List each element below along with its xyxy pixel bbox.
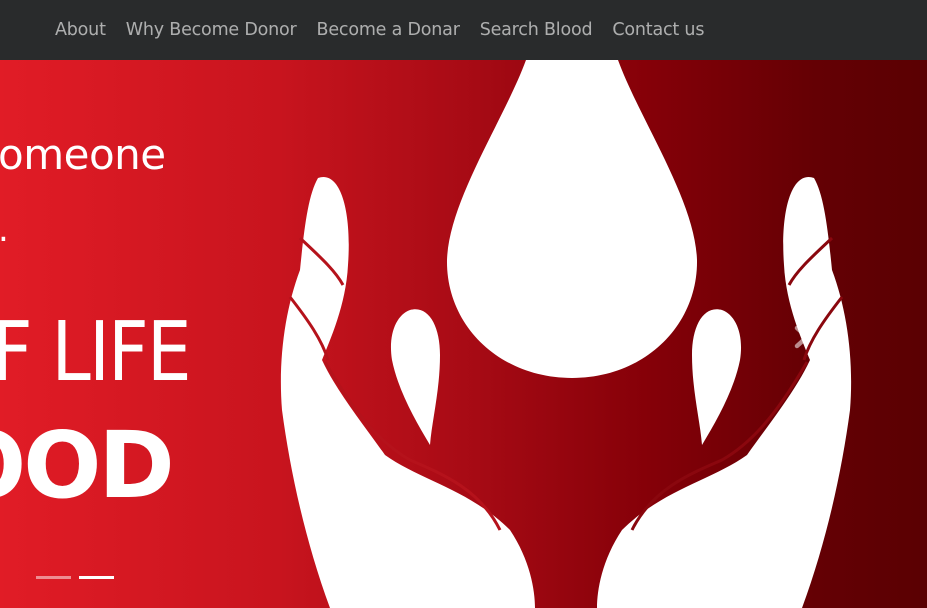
hero-carousel: omeone . F LIFE OOD (0, 60, 927, 608)
slide-heading-line-4: OOD (0, 412, 175, 519)
carousel-indicators (36, 576, 114, 579)
carousel-indicator-2[interactable] (79, 576, 114, 579)
slide-heading-line-2: . (0, 210, 9, 250)
chevron-right-icon (794, 325, 810, 349)
nav-link-become-a-donar[interactable]: Become a Donar (307, 20, 470, 40)
blood-drop-icon (446, 60, 698, 378)
nav-link-about[interactable]: About (45, 20, 116, 40)
navbar: About Why Become Donor Become a Donar Se… (0, 0, 927, 60)
slide-heading-line-3: F LIFE (0, 305, 192, 400)
nav-link-why-become-donor[interactable]: Why Become Donor (116, 20, 307, 40)
carousel-next-button[interactable] (785, 320, 819, 354)
slide-heading-line-1: omeone (0, 130, 166, 179)
nav-link-search-blood[interactable]: Search Blood (470, 20, 603, 40)
nav-link-contact-us[interactable]: Contact us (602, 20, 714, 40)
carousel-indicator-1[interactable] (36, 576, 71, 579)
